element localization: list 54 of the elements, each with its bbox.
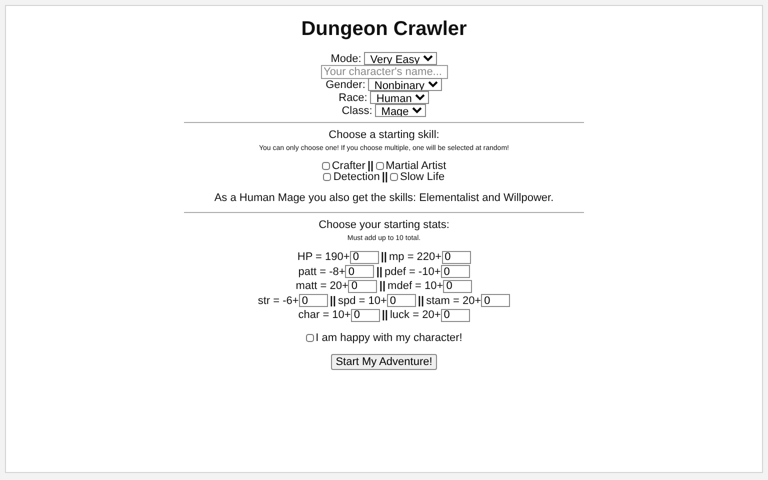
stat-label: HP = 190+	[297, 251, 350, 264]
field-label: Race:	[338, 92, 368, 104]
stat-field[interactable]: 0	[348, 280, 378, 293]
stat-label: mp = 220+	[388, 251, 442, 264]
field-label: Class:	[342, 104, 372, 116]
stat-field[interactable]: 0	[298, 294, 328, 308]
confirm-label: I am happy with my character!	[316, 332, 462, 344]
dropdown[interactable]: Mage	[375, 104, 426, 117]
section-heading: Choose a starting skill:	[328, 129, 440, 141]
stat-field[interactable]: 0	[440, 308, 470, 322]
separator: ||	[380, 251, 387, 264]
dropdown[interactable]: Human	[370, 91, 430, 104]
checkbox[interactable]	[390, 172, 398, 180]
stat-field[interactable]: 0	[442, 250, 471, 264]
bonus-text: As a Human Mage you also get the skills: Elementalist and Willpower.	[214, 192, 554, 204]
separator: ||	[379, 280, 386, 292]
stat-field[interactable]: 0	[386, 294, 416, 308]
stat-field[interactable]: 0	[350, 250, 379, 264]
dropdown[interactable]: Nonbinary	[368, 78, 442, 91]
separator: ||	[382, 170, 388, 182]
separator: ||	[418, 294, 424, 307]
section-heading: Choose your starting stats:	[318, 219, 450, 231]
stat-field[interactable]: 0	[443, 280, 472, 293]
checkbox[interactable]	[376, 162, 384, 170]
checkbox[interactable]	[306, 334, 314, 342]
stat-label: matt = 20+	[296, 280, 348, 292]
stat-label: str = -6+	[258, 294, 299, 307]
separator: ||	[376, 266, 382, 278]
stat-label: patt = -8+	[298, 266, 346, 278]
skill-label: Martial Artist	[386, 160, 446, 172]
separator: ||	[367, 160, 374, 172]
separator: ||	[330, 294, 336, 307]
stat-label: mdef = 10+	[388, 280, 444, 292]
skill-label: Detection	[333, 170, 380, 182]
page-title: Dungeon Crawler	[301, 17, 467, 41]
separator: ||	[382, 309, 388, 322]
skill-label: Slow Life	[400, 170, 445, 182]
stat-field[interactable]: 0	[350, 308, 380, 322]
field-label: Mode:	[330, 52, 362, 64]
stat-label: luck = 20+	[390, 309, 441, 322]
start-button[interactable]: Start My Adventure!	[330, 354, 438, 370]
name-field[interactable]: Your character's name...	[320, 64, 448, 78]
stat-label: pdef = -10+	[384, 266, 441, 278]
dropdown[interactable]: Very Easy	[364, 52, 438, 65]
field-label: Gender:	[326, 78, 366, 90]
stat-field[interactable]: 0	[481, 294, 510, 308]
stat-field[interactable]: 0	[440, 265, 470, 278]
stat-label: char = 10+	[298, 309, 351, 322]
checkbox[interactable]	[323, 172, 332, 180]
stat-field[interactable]: 0	[345, 265, 374, 278]
skill-label: Crafter	[332, 160, 366, 172]
stat-label: stam = 20+	[426, 294, 482, 307]
stat-label: spd = 10+	[338, 294, 387, 307]
checkbox[interactable]	[322, 162, 330, 170]
